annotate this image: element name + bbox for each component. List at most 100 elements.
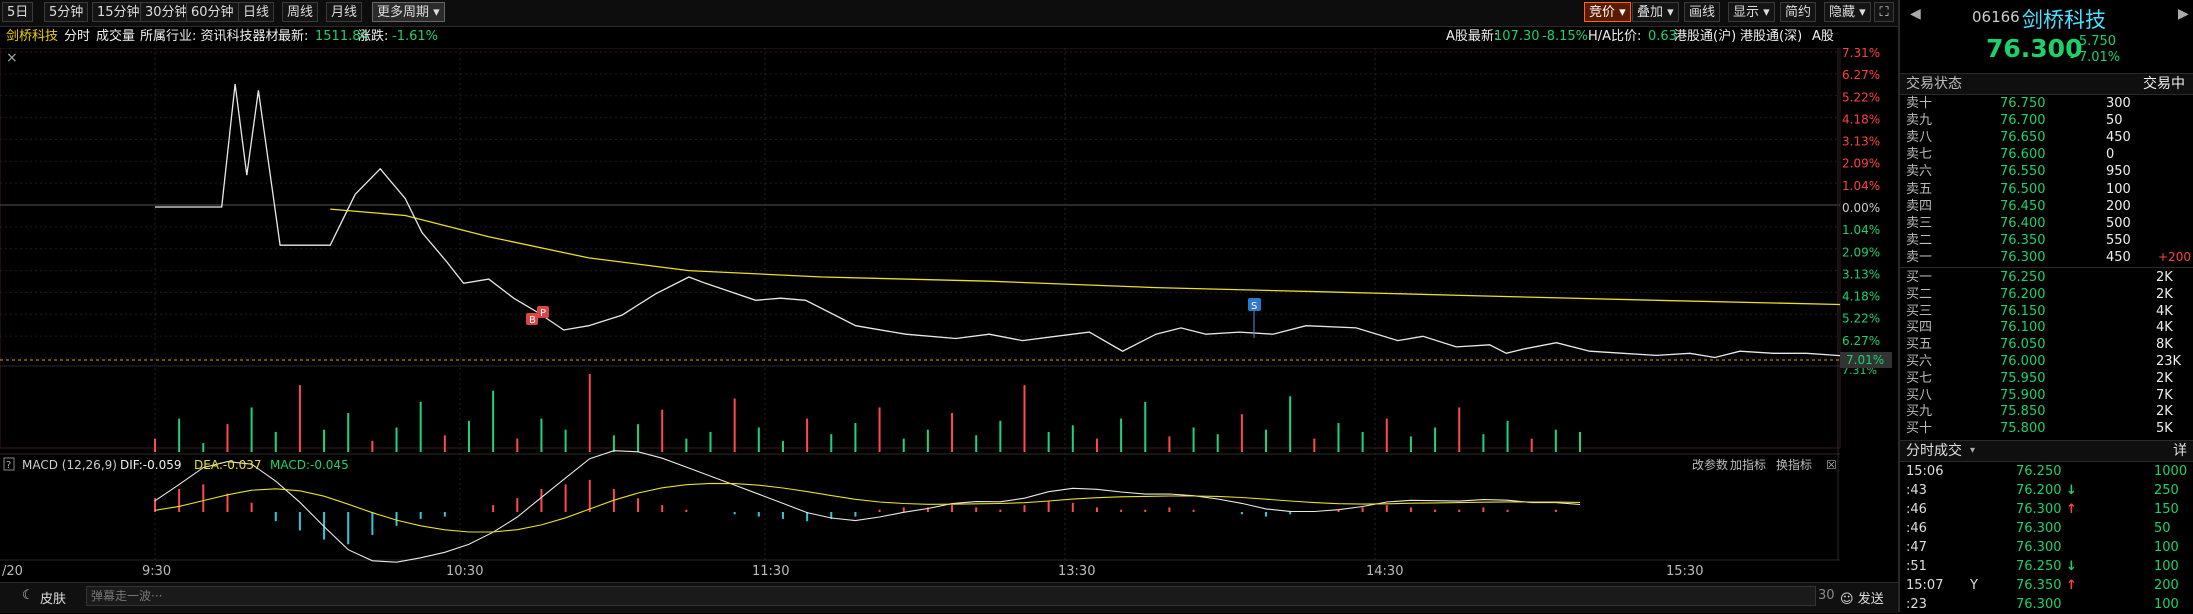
y-tick-label: 7.31% [1842, 48, 1880, 60]
macd-header: ? MACD (12,26,9) DIF:-0.059 DEA:-0.037 M… [3, 457, 1837, 472]
bid-row[interactable]: 买七 75.950 2K [1906, 370, 2191, 387]
period-week-button[interactable]: 周线 [282, 2, 319, 22]
bid-label: 买八 [1906, 387, 1933, 403]
ask-label: 卖二 [1906, 232, 1933, 248]
send-button[interactable]: ☺ 发送 [1840, 588, 1884, 607]
bid-price: 76.200 [2000, 286, 2046, 302]
dropdown-icon[interactable]: ▾ [1970, 441, 1975, 461]
ask-volume: 950 [2106, 164, 2131, 180]
bid-row[interactable]: 买八 75.900 7K [1906, 387, 2191, 404]
bid-row[interactable]: 买五 76.050 8K [1906, 336, 2191, 353]
connect-sh-link[interactable]: 港股通(沪) [1674, 27, 1736, 47]
fullscreen-icon[interactable]: ⛶ [1874, 2, 1894, 22]
trades-header: 分时成交 ▾ 详 [1900, 440, 2193, 462]
period-15min-button[interactable]: 15分钟 [92, 2, 145, 22]
trades-detail-button[interactable]: 详 [2173, 441, 2187, 461]
bid-volume: 2K [2156, 370, 2173, 386]
trade-time: :46 [1906, 502, 1927, 517]
skin-icon[interactable]: ☾ [22, 588, 34, 603]
ask-row[interactable]: 卖七 76.600 0 [1906, 146, 2191, 163]
bid-row[interactable]: 买十 75.800 5K [1906, 420, 2191, 437]
simple-button[interactable]: 简约 [1780, 2, 1817, 22]
trade-time: 15:07 [1906, 578, 1944, 593]
bid-volume: 2K [2156, 286, 2173, 302]
trade-row: :23 76.300 100 [1906, 595, 2191, 614]
bid-label: 买五 [1906, 337, 1933, 353]
a-share-link[interactable]: A股 [1812, 27, 1834, 47]
trades-label: 分时成交 [1906, 443, 1962, 459]
bid-price: 75.800 [2000, 421, 2046, 437]
period-more-button[interactable]: 更多周期 ▾ [372, 2, 445, 22]
mode-label[interactable]: 分时 [64, 27, 90, 47]
ask-row[interactable]: 卖二 76.350 550 [1906, 232, 2191, 249]
volume-label[interactable]: 成交量 [96, 27, 135, 47]
p-marker-label: P [540, 308, 546, 319]
period-month-button[interactable]: 月线 [326, 2, 363, 22]
draw-line-button[interactable]: 画线 [1684, 2, 1721, 22]
trade-status-label: 交易状态 [1906, 76, 1962, 92]
bid-label: 买二 [1906, 286, 1933, 302]
trade-row: :43 76.200 ↓ 250 [1906, 481, 2191, 500]
ask-row[interactable]: 卖五 76.500 100 [1906, 181, 2191, 198]
a-share-value: 107.30 [1494, 29, 1540, 44]
macd-dea: DEA:-0.037 [194, 458, 262, 472]
skin-label[interactable]: 皮肤 [40, 588, 66, 607]
bid-price: 76.100 [2000, 320, 2046, 336]
volume-bars [154, 374, 1581, 452]
ask-price: 76.350 [2000, 232, 2046, 248]
dropdown-icon: ▾ [1859, 5, 1866, 20]
x-tick-label: 9:30 [142, 564, 171, 578]
danmaku-input[interactable] [86, 586, 1816, 606]
bid-row[interactable]: 买二 76.200 2K [1906, 286, 2191, 303]
period-30min-button[interactable]: 30分钟 [140, 2, 193, 22]
ask-row[interactable]: 卖三 76.400 500 [1906, 215, 2191, 232]
bid-row[interactable]: 买九 75.850 2K [1906, 403, 2191, 420]
display-button[interactable]: 显示 ▾ [1728, 2, 1775, 22]
industry-label[interactable]: 所属行业: 资讯科技器材 [140, 27, 279, 47]
trade-price: 76.350 [2016, 578, 2062, 593]
intraday-chart[interactable]: 7.31% 6.27% 5.22% 4.18% 3.13% 2.09% 1.04% 0.00%… [0, 48, 1898, 578]
trade-price: 76.300 [2016, 521, 2062, 536]
ask-row[interactable]: 卖四 76.450 200 [1906, 198, 2191, 215]
bid-price: 76.150 [2000, 303, 2046, 319]
connect-sz-link[interactable]: 港股通(深) [1740, 27, 1802, 47]
ask-volume: 300 [2106, 96, 2131, 111]
auction-button[interactable]: 竞价 ▾ [1584, 2, 1631, 22]
ask-label: 卖一 [1906, 249, 1933, 265]
hide-button[interactable]: 隐藏 ▾ [1824, 2, 1871, 22]
bid-volume: 5K [2156, 421, 2173, 437]
ask-row[interactable]: 卖一 76.300 450 +200 [1906, 249, 2191, 266]
ask-price: 76.400 [2000, 215, 2046, 231]
ask-price: 76.550 [2000, 164, 2046, 180]
macd-add-indicator-link: 加指标 [1730, 457, 1766, 472]
ask-label: 卖七 [1906, 147, 1933, 163]
period-60min-button[interactable]: 60分钟 [186, 2, 239, 22]
overlay-button[interactable]: 叠加 ▾ [1632, 2, 1679, 22]
bid-label: 买七 [1906, 370, 1933, 386]
bid-row[interactable]: 买一 76.250 2K [1906, 269, 2191, 286]
y-tick-label: 4.18% [1842, 112, 1880, 126]
period-5min-button[interactable]: 5分钟 [44, 2, 89, 22]
ask-row[interactable]: 卖十 76.750 300 [1906, 95, 2191, 112]
ask-row[interactable]: 卖六 76.550 950 [1906, 163, 2191, 180]
period-day-button[interactable]: 日线 [238, 2, 275, 22]
period-5day-button[interactable]: 5日 [2, 2, 34, 22]
ask-row[interactable]: 卖八 76.650 450 [1906, 129, 2191, 146]
prev-stock-icon[interactable]: ◀ [1910, 6, 1921, 22]
p-marker: P [537, 306, 549, 319]
stock-code: 06166 [1972, 8, 2020, 26]
bid-volume: 8K [2156, 337, 2173, 353]
a-share-label: A股最新: [1446, 29, 1499, 44]
macd-dif: DIF:-0.059 [120, 458, 181, 472]
ask-row[interactable]: 卖九 76.700 50 [1906, 112, 2191, 129]
ask-price: 76.650 [2000, 130, 2046, 146]
x-tick-label: 15:30 [1666, 564, 1703, 578]
s-marker-label: S [1251, 301, 1257, 312]
danmaku-bar: ☾ 皮肤 30 ☺ 发送 [0, 582, 1898, 613]
next-stock-icon[interactable]: ▶ [2178, 6, 2189, 22]
bid-row[interactable]: 买四 76.100 4K [1906, 319, 2191, 336]
bid-row[interactable]: 买六 76.000 23K [1906, 353, 2191, 370]
bid-row[interactable]: 买三 76.150 4K [1906, 303, 2191, 320]
trade-volume: 100 [2154, 597, 2179, 612]
trade-row: :47 76.300 100 [1906, 538, 2191, 557]
